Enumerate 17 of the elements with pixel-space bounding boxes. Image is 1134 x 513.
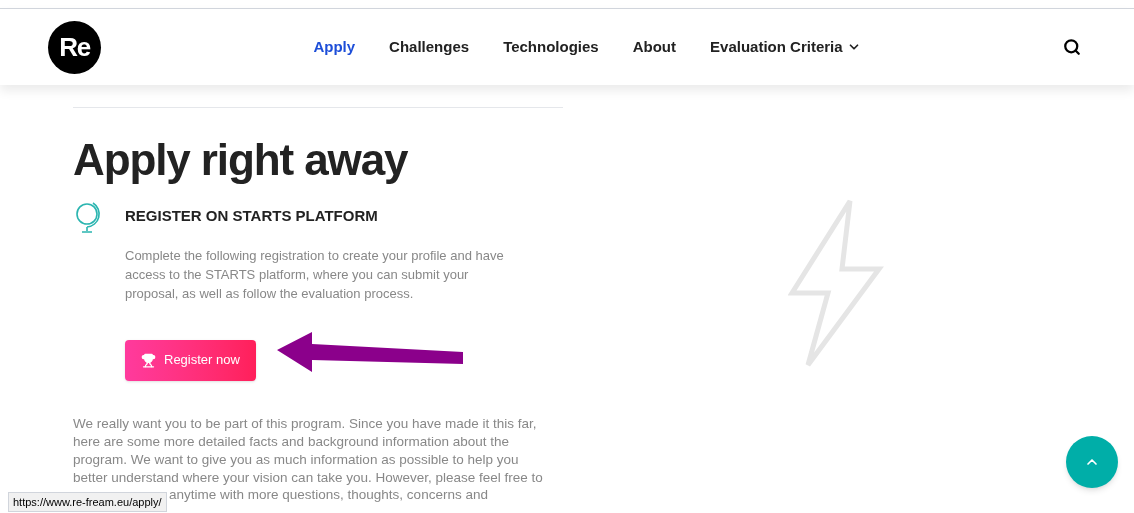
nav-link[interactable]: Technologies [503, 35, 599, 59]
lightning-icon [788, 197, 884, 369]
status-url: https://www.re-fream.eu/apply/ [8, 491, 167, 512]
scroll-top-button[interactable] [1066, 436, 1118, 488]
intro-paragraph-line: anytime with more questions, thoughts, concerns and [169, 486, 489, 503]
page-heading: Apply right away [73, 134, 409, 186]
step-description: Complete the following registration to create your profile and have access to the STARTS platform, where you can submit your proposal, as well as follow the evaluation process. [125, 246, 505, 303]
nav-link[interactable]: Challenges [389, 35, 470, 59]
globe-icon [73, 199, 103, 235]
nav-link[interactable]: Evaluation Criteria [710, 35, 861, 59]
nav-link[interactable]: Apply [313, 35, 356, 59]
register-button[interactable]: Register now [125, 339, 256, 381]
trophy-icon [141, 352, 156, 368]
nav-link[interactable]: About [632, 35, 677, 59]
step-title: REGISTER ON STARTS PLATFORM [125, 206, 379, 226]
logo[interactable]: Re [48, 20, 101, 74]
search-icon[interactable] [1063, 38, 1081, 56]
